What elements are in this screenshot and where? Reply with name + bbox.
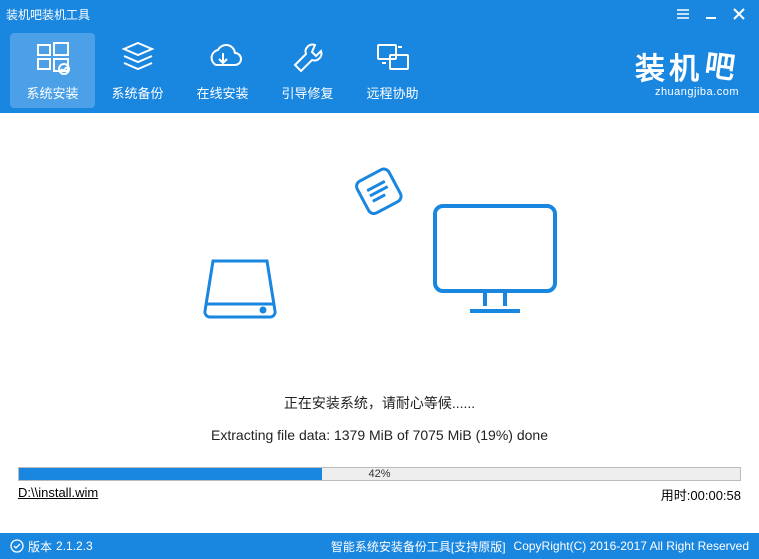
close-button[interactable]	[725, 4, 753, 24]
status-bar: 版本 2.1.2.3 智能系统安装备份工具[支持原版] CopyRight(C)…	[0, 533, 759, 559]
file-path-link[interactable]: D:\\install.wim	[18, 485, 98, 504]
brand-logo: 装机吧 zhuangjiba.com	[635, 44, 749, 98]
windows-install-icon	[34, 39, 72, 77]
elapsed-time: 用时:00:00:58	[661, 485, 741, 504]
wrench-icon	[289, 39, 327, 77]
check-circle-icon	[10, 539, 24, 553]
nav-boot-repair[interactable]: 引导修复	[265, 33, 350, 108]
nav-label: 系统安装	[26, 83, 78, 102]
nav-label: 远程协助	[366, 83, 418, 102]
content-area: 正在安装系统，请耐心等候...... Extracting file data:…	[0, 113, 759, 533]
status-extracting: Extracting file data: 1379 MiB of 7075 M…	[0, 427, 759, 443]
version-info: 版本 2.1.2.3	[10, 538, 93, 555]
window-title: 装机吧装机工具	[6, 6, 669, 23]
progress-percent: 42%	[368, 468, 390, 480]
version-label: 版本	[28, 538, 52, 555]
minimize-button[interactable]	[697, 4, 725, 24]
layers-icon	[119, 39, 157, 77]
version-number: 2.1.2.3	[56, 539, 93, 553]
nav-system-install[interactable]: 系统安装	[10, 33, 95, 108]
progress-container: 42%	[18, 467, 741, 481]
nav-bar: 系统安装 系统备份 在线安装	[0, 28, 759, 113]
progress-fill	[19, 468, 322, 480]
elapsed-value: 00:00:58	[690, 488, 741, 503]
nav-system-backup[interactable]: 系统备份	[95, 33, 180, 108]
status-installing: 正在安装系统，请耐心等候......	[0, 393, 759, 413]
menu-button[interactable]	[669, 4, 697, 24]
elapsed-label: 用时:	[661, 488, 691, 503]
remote-icon	[374, 39, 412, 77]
progress-bar: 42%	[18, 467, 741, 481]
tag-icon	[340, 153, 418, 233]
nav-remote-assist[interactable]: 远程协助	[350, 33, 435, 108]
footer-desc: 智能系统安装备份工具[支持原版]	[331, 538, 506, 555]
brand-text: 装机	[635, 44, 703, 88]
progress-info: D:\\install.wim 用时:00:00:58	[18, 485, 741, 504]
app-window: 装机吧装机工具 系统安装	[0, 0, 759, 559]
title-bar: 装机吧装机工具	[0, 0, 759, 28]
install-graphic	[0, 163, 759, 363]
footer-copyright: CopyRight(C) 2016-2017 All Right Reserve…	[514, 539, 749, 553]
nav-label: 引导修复	[281, 83, 333, 102]
nav-label: 系统备份	[111, 83, 163, 102]
brand-ba: 吧	[702, 39, 742, 87]
cloud-download-icon	[204, 39, 242, 77]
disk-icon	[195, 246, 285, 341]
brand-url: zhuangjiba.com	[655, 86, 739, 98]
nav-label: 在线安装	[196, 83, 248, 102]
monitor-icon	[425, 191, 565, 336]
nav-online-install[interactable]: 在线安装	[180, 33, 265, 108]
